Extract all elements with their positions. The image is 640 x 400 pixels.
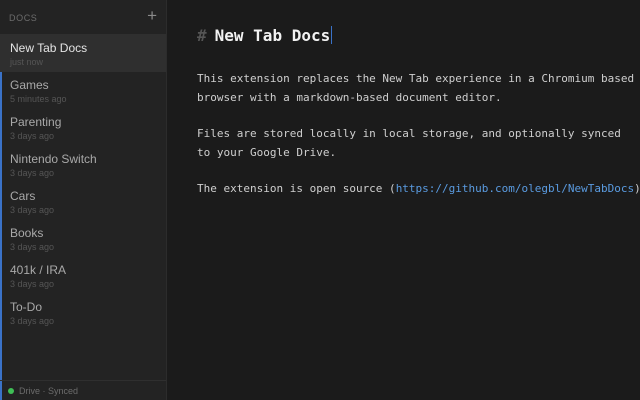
doc-list: New Tab Docs just now Games 5 minutes ag…	[0, 35, 166, 331]
doc-item-parenting[interactable]: Parenting 3 days ago	[0, 109, 166, 146]
heading-text: New Tab Docs	[214, 26, 331, 45]
doc-item-games[interactable]: Games 5 minutes ago	[0, 72, 166, 109]
github-link[interactable]: https://github.com/olegbl/NewTabDocs	[396, 182, 634, 195]
sidebar: DOCS + New Tab Docs just now Games 5 min…	[0, 0, 167, 400]
document-editor[interactable]: # New Tab Docs This extension replaces th…	[167, 0, 640, 400]
doc-item-time: 3 days ago	[10, 131, 55, 141]
doc-item-cars[interactable]: Cars 3 days ago	[0, 183, 166, 220]
doc-item-time: just now	[10, 57, 44, 67]
text-cursor	[331, 26, 333, 44]
doc-item-nintendo-switch[interactable]: Nintendo Switch 3 days ago	[0, 146, 166, 183]
sidebar-title: DOCS	[9, 13, 38, 23]
app-window: DOCS + New Tab Docs just now Games 5 min…	[0, 0, 640, 400]
paragraph-line: This extension replaces the New Tab expe…	[197, 72, 635, 85]
paragraph-storage[interactable]: Files are stored locally in local storag…	[197, 124, 640, 162]
sidebar-header: DOCS +	[0, 0, 166, 35]
doc-item-title: Books	[10, 226, 44, 240]
doc-item-title: Parenting	[10, 115, 62, 129]
doc-item-title: New Tab Docs	[10, 41, 88, 55]
doc-item-title: To-Do	[10, 300, 43, 314]
paragraph-text: ).	[634, 182, 640, 195]
doc-item-books[interactable]: Books 3 days ago	[0, 220, 166, 257]
paragraph-line: to your Google Drive.	[197, 146, 337, 159]
sync-status-dot	[8, 387, 14, 394]
paragraph-intro[interactable]: This extension replaces the New Tab expe…	[197, 69, 640, 107]
paragraph-line: Files are stored locally in local storag…	[197, 127, 621, 140]
doc-item-time: 3 days ago	[10, 242, 55, 252]
doc-item-401k-ira[interactable]: 401k / IRA 3 days ago	[0, 257, 166, 294]
doc-item-time: 3 days ago	[10, 168, 55, 178]
paragraph-text: The extension is open source (	[197, 182, 396, 195]
document-heading[interactable]: # New Tab Docs	[197, 26, 640, 46]
sync-status: Drive · Synced	[0, 380, 166, 400]
heading-marker: #	[197, 26, 207, 45]
sync-status-text: Drive · Synced	[19, 385, 79, 396]
doc-item-time: 3 days ago	[10, 205, 55, 215]
doc-item-title: 401k / IRA	[10, 263, 67, 277]
doc-item-title: Nintendo Switch	[10, 152, 97, 166]
doc-item-time: 3 days ago	[10, 316, 55, 326]
doc-item-time: 3 days ago	[10, 279, 55, 289]
doc-item-title: Games	[10, 78, 49, 92]
doc-item-to-do[interactable]: To-Do 3 days ago	[0, 294, 166, 331]
paragraph-open-source[interactable]: The extension is open source (https://gi…	[197, 179, 640, 198]
doc-item-time: 5 minutes ago	[10, 94, 67, 104]
doc-item-new-tab-docs[interactable]: New Tab Docs just now	[0, 35, 166, 72]
doc-item-title: Cars	[10, 189, 36, 203]
paragraph-line: browser with a markdown-based document e…	[197, 91, 502, 104]
plus-icon[interactable]: +	[147, 6, 157, 26]
